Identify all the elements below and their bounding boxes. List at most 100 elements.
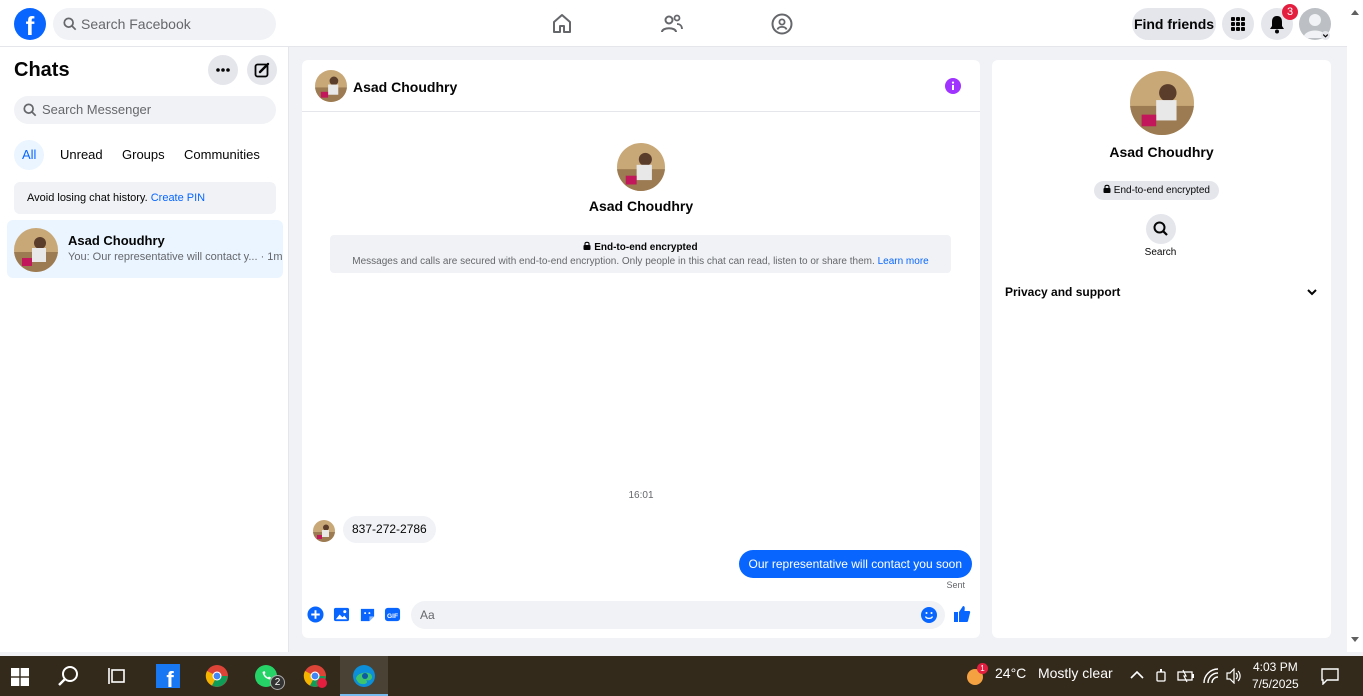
facebook-search-placeholder: Search Facebook: [81, 16, 191, 32]
battery-icon[interactable]: [1177, 668, 1195, 684]
contact-info-name[interactable]: Asad Choudhry: [992, 144, 1331, 160]
message-composer: GIF Aa: [302, 598, 980, 638]
scroll-down-icon[interactable]: [1350, 636, 1360, 643]
encryption-title: End-to-end encrypted: [594, 242, 698, 253]
encryption-badge: End-to-end encrypted: [1094, 181, 1219, 200]
facebook-search-input[interactable]: Search Facebook: [53, 8, 276, 40]
lock-icon: [1103, 184, 1111, 193]
chats-title: Chats: [14, 59, 70, 81]
volume-icon[interactable]: [1226, 668, 1243, 684]
sticker-icon[interactable]: [359, 606, 376, 623]
search-icon: [1153, 221, 1168, 236]
create-pin-link[interactable]: Create PIN: [151, 192, 205, 204]
new-message-button[interactable]: [247, 55, 277, 85]
photo-icon[interactable]: [333, 606, 350, 623]
conversation-item[interactable]: Asad Choudhry You: Our representative wi…: [7, 220, 283, 278]
message-input-placeholder: Aa: [420, 608, 435, 622]
pin-notice-text: Avoid losing chat history.: [27, 192, 148, 204]
chat-options-button[interactable]: [208, 55, 238, 85]
info-icon[interactable]: [945, 78, 961, 94]
contact-info-panel: Asad Choudhry End-to-end encrypted Searc…: [992, 60, 1331, 638]
weather-description: Mostly clear: [1037, 665, 1113, 681]
home-icon[interactable]: [550, 12, 574, 36]
scroll-up-icon[interactable]: [1350, 9, 1360, 16]
taskbar-facebook-app[interactable]: f: [144, 656, 192, 696]
find-friends-button[interactable]: Find friends: [1132, 8, 1216, 40]
page-scrollbar[interactable]: [1347, 0, 1363, 652]
chat-header: Asad Choudhry: [302, 60, 980, 112]
notification-center-icon[interactable]: [1321, 667, 1339, 685]
chats-sidebar: Chats Search Messenger All Unread Groups…: [0, 47, 289, 652]
friends-icon[interactable]: [660, 12, 684, 36]
search-button-label: Search: [1144, 247, 1177, 258]
create-pin-notice: Avoid losing chat history. Create PIN: [14, 182, 276, 214]
edge-icon: [353, 665, 375, 687]
windows-start-icon[interactable]: [11, 668, 29, 686]
chat-header-avatar[interactable]: [315, 70, 347, 102]
search-in-conversation-button[interactable]: [1146, 214, 1176, 244]
facebook-logo[interactable]: f: [14, 8, 46, 40]
encryption-text: Messages and calls are secured with end-…: [352, 256, 875, 267]
encryption-notice: End-to-end encrypted Messages and calls …: [330, 235, 951, 273]
chat-contact-name[interactable]: Asad Choudhry: [353, 79, 457, 95]
svg-text:GIF: GIF: [387, 613, 398, 620]
menu-button[interactable]: [1222, 8, 1254, 40]
menu-grid-icon: [1231, 17, 1245, 31]
task-view-icon[interactable]: [107, 666, 127, 686]
groups-icon[interactable]: [770, 12, 794, 36]
messenger-search-placeholder: Search Messenger: [42, 102, 152, 117]
account-chevron-icon[interactable]: [1321, 31, 1330, 40]
search-icon: [63, 17, 77, 31]
facebook-app-icon: f: [156, 664, 180, 688]
messenger-search-input[interactable]: Search Messenger: [14, 96, 276, 124]
taskbar-search-icon[interactable]: [57, 665, 80, 688]
lock-icon: [583, 241, 591, 250]
chat-window: Asad Choudhry Asad Choudhry End-to-end e…: [302, 60, 980, 638]
chat-intro-avatar: [617, 143, 665, 191]
whatsapp-badge: 2: [270, 675, 285, 690]
contact-avatar: [14, 228, 58, 272]
gif-icon[interactable]: GIF: [384, 606, 401, 623]
search-icon: [23, 103, 37, 117]
plus-icon[interactable]: [307, 606, 324, 623]
learn-more-link[interactable]: Learn more: [878, 256, 929, 267]
taskbar-chrome-profile-app[interactable]: [291, 656, 339, 696]
more-icon: [216, 68, 230, 72]
privacy-support-section[interactable]: Privacy and support: [1005, 285, 1120, 299]
tray-chevron-up-icon[interactable]: [1130, 670, 1144, 680]
taskbar-edge-app[interactable]: [340, 656, 388, 696]
encryption-badge-label: End-to-end encrypted: [1113, 185, 1210, 196]
message-timestamp: 16:01: [628, 490, 654, 501]
chat-intro-name: Asad Choudhry: [588, 198, 694, 214]
conversation-preview: You: Our representative will contact y..…: [68, 251, 283, 263]
wifi-icon[interactable]: [1203, 668, 1219, 684]
clock-time: 4:03 PM: [1253, 660, 1298, 674]
incoming-message-bubble[interactable]: 837-272-2786: [343, 516, 436, 543]
meet-now-icon[interactable]: [1155, 668, 1169, 684]
chrome-icon: [205, 665, 228, 687]
outgoing-message-bubble[interactable]: Our representative will contact you soon: [738, 550, 972, 578]
svg-text:f: f: [166, 667, 174, 688]
filter-tab-communities[interactable]: Communities: [184, 140, 260, 170]
system-clock[interactable]: 4:03 PM 7/5/2025: [1252, 659, 1299, 693]
sender-avatar[interactable]: [313, 520, 335, 542]
filter-tab-unread[interactable]: Unread: [60, 140, 103, 170]
thumbs-up-icon[interactable]: [953, 605, 971, 623]
conversation-name: Asad Choudhry: [68, 233, 165, 248]
filter-tab-all[interactable]: All: [14, 140, 45, 170]
filter-tab-groups[interactable]: Groups: [122, 140, 165, 170]
taskbar-whatsapp-app[interactable]: 2: [242, 656, 290, 696]
message-input[interactable]: Aa: [411, 601, 945, 629]
clock-date: 7/5/2025: [1252, 677, 1299, 691]
weather-widget[interactable]: 24°C Mostly clear: [995, 665, 1113, 681]
emoji-icon[interactable]: [921, 607, 937, 623]
windows-taskbar: f 2 1 24°C Mostly clear 4:03 PM 7/5/2025: [0, 656, 1363, 696]
weather-badge: 1: [977, 663, 988, 674]
compose-icon: [254, 62, 270, 78]
contact-info-avatar[interactable]: [1130, 71, 1194, 135]
temperature: 24°C: [995, 665, 1027, 681]
taskbar-chrome-app[interactable]: [193, 656, 241, 696]
message-status: Sent: [946, 580, 965, 590]
notification-count-badge: 3: [1282, 4, 1298, 20]
chevron-down-icon[interactable]: [1306, 286, 1318, 298]
